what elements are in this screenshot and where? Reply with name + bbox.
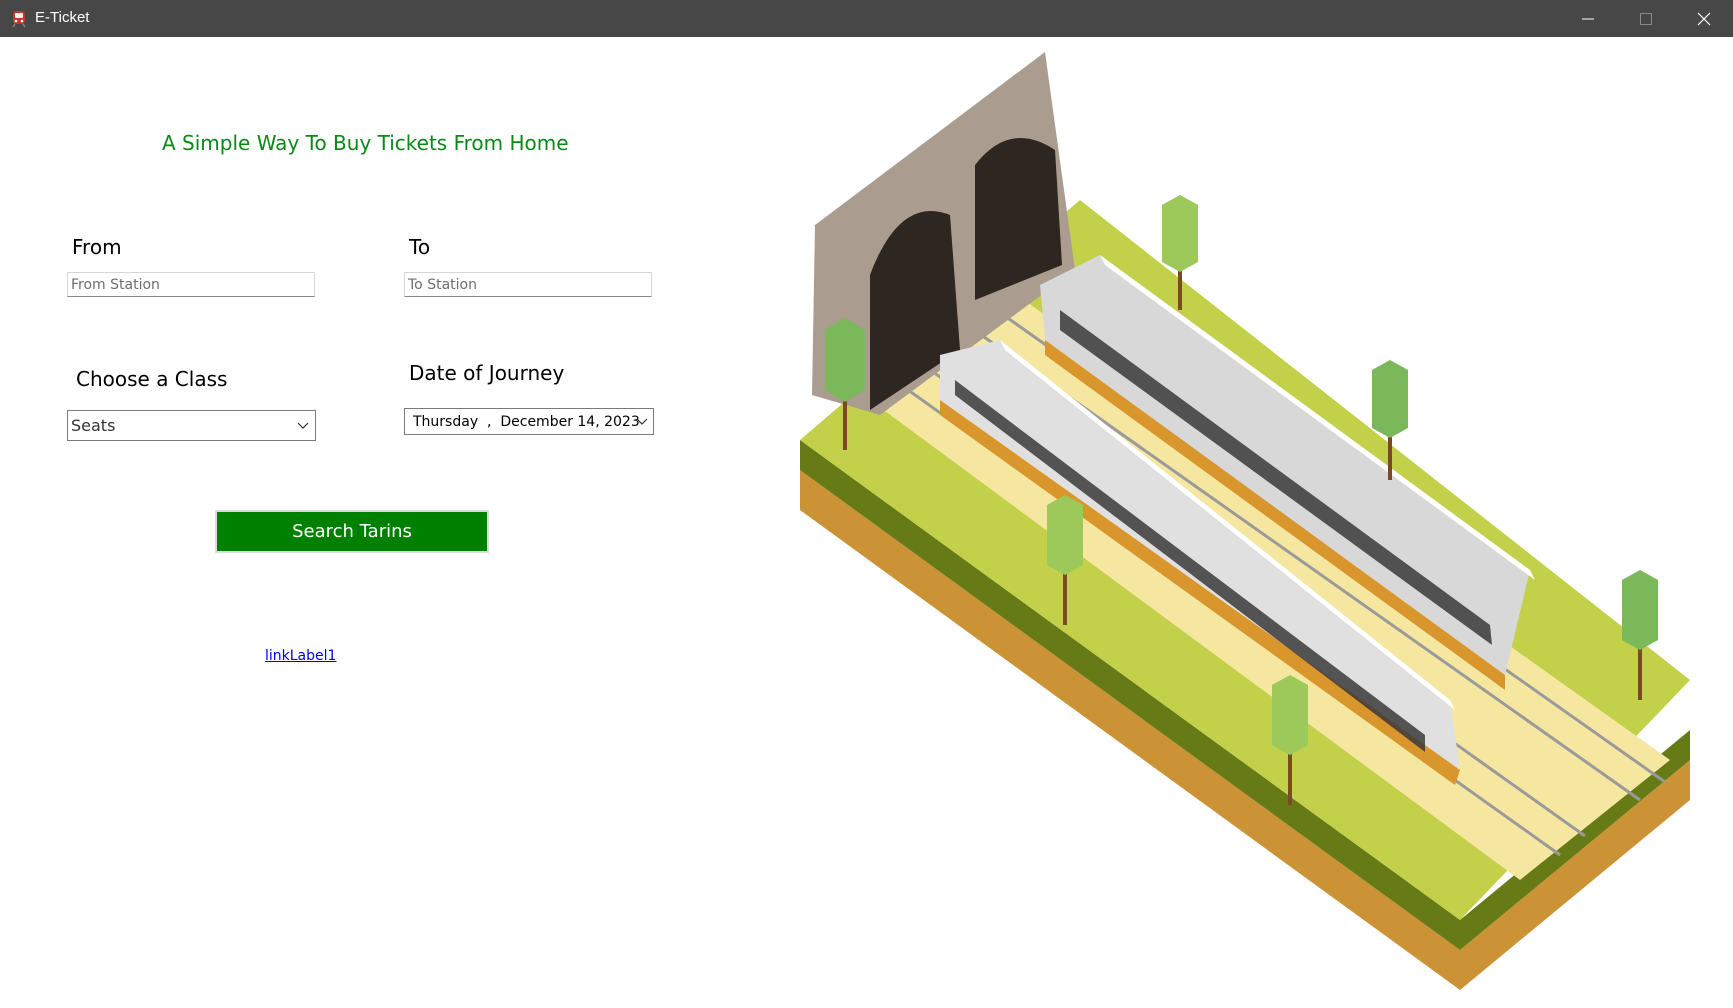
date-label: Date of Journey	[409, 361, 565, 385]
maximize-button[interactable]	[1617, 0, 1675, 37]
minimize-button[interactable]	[1559, 0, 1617, 37]
train-illustration	[800, 52, 1690, 990]
close-icon	[1697, 12, 1711, 25]
from-station-input[interactable]	[67, 272, 315, 297]
journey-date-picker[interactable]: Thursday , December 14, 2023	[404, 408, 654, 435]
class-label: Choose a Class	[76, 367, 228, 391]
train-icon	[12, 11, 26, 28]
chevron-down-icon[interactable]	[636, 418, 648, 426]
to-station-input[interactable]	[404, 272, 652, 297]
title-bar[interactable]: E-Ticket	[0, 0, 1733, 37]
headline: A Simple Way To Buy Tickets From Home	[162, 131, 569, 155]
class-select-value: Seats	[71, 416, 116, 435]
class-select[interactable]: Seats	[67, 410, 316, 441]
journey-date-value: Thursday , December 14, 2023	[413, 414, 640, 430]
search-trains-label: Search Tarins	[219, 514, 485, 549]
from-label: From	[72, 235, 122, 259]
maximize-icon	[1640, 12, 1652, 25]
to-label: To	[409, 235, 431, 259]
link-label[interactable]: linkLabel1	[265, 648, 336, 664]
search-trains-button[interactable]: Search Tarins	[215, 510, 489, 553]
window-title: E-Ticket	[35, 9, 90, 26]
close-button[interactable]	[1675, 0, 1733, 37]
chevron-down-icon	[297, 422, 309, 429]
minimize-icon	[1582, 18, 1594, 19]
